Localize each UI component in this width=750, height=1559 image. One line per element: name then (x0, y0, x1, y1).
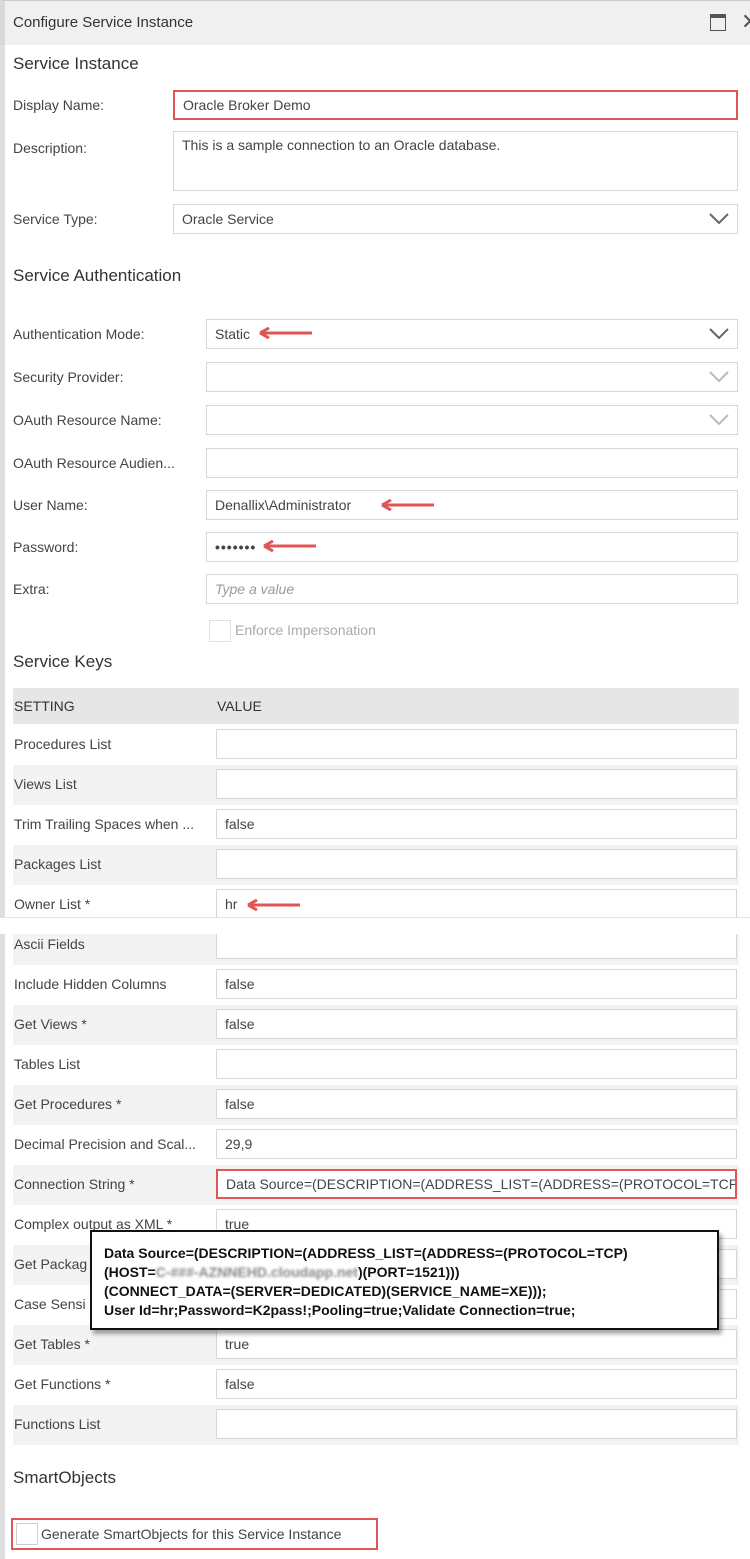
service-key-row: Packages List (13, 845, 739, 885)
window-titlebar: Configure Service Instance ✕ (0, 0, 750, 45)
oauth-resource-audience-label: OAuth Resource Audien... (13, 455, 175, 471)
service-key-value-field[interactable] (216, 849, 737, 879)
password-label: Password: (13, 539, 79, 555)
oauth-resource-name-select[interactable] (206, 405, 738, 435)
maximize-icon[interactable] (710, 14, 726, 31)
service-key-setting: Get Functions * (14, 1376, 111, 1392)
display-name-label: Display Name: (13, 97, 105, 113)
service-key-setting: Owner List * (14, 896, 91, 912)
arrow-annotation-icon (259, 327, 312, 339)
service-key-setting: Get Tables * (14, 1336, 91, 1352)
arrow-annotation-icon (247, 899, 300, 911)
callout-host-prefix: (HOST= (104, 1264, 156, 1280)
section-service-keys: Service Keys (13, 652, 113, 671)
service-key-row: Get Procedures * false (13, 1085, 739, 1125)
generate-smartobjects-label[interactable]: Generate SmartObjects for this Service I… (41, 1526, 341, 1542)
service-type-label: Service Type: (13, 211, 98, 227)
authentication-mode-label: Authentication Mode: (13, 326, 145, 342)
service-key-setting: Trim Trailing Spaces when ... (14, 816, 194, 832)
service-key-row: Get Functions * false (13, 1365, 739, 1405)
service-key-value-field[interactable]: false (216, 809, 737, 839)
service-key-row: Include Hidden Columns false (13, 965, 739, 1005)
service-key-value-field[interactable] (216, 1409, 737, 1439)
section-service-authentication: Service Authentication (13, 266, 182, 285)
service-key-value-field[interactable]: false (216, 1009, 737, 1039)
service-key-setting: Procedures List (14, 736, 112, 752)
service-key-row: Get Views * false (13, 1005, 739, 1045)
service-key-row: Decimal Precision and Scal... 29,9 (13, 1125, 739, 1165)
service-key-value-field[interactable]: false (216, 1089, 737, 1119)
callout-line-3: (CONNECT_DATA=(SERVER=DEDICATED)(SERVICE… (104, 1283, 547, 1299)
oauth-resource-audience-field[interactable] (206, 448, 738, 478)
extra-field[interactable]: Type a value (206, 574, 738, 604)
service-key-row: Trim Trailing Spaces when ... false (13, 805, 739, 845)
left-edge (0, 45, 5, 1559)
service-keys-grid-header: SETTING VALUE (13, 688, 739, 724)
enforce-impersonation-checkbox[interactable] (209, 620, 231, 642)
window-title: Configure Service Instance (13, 14, 194, 31)
service-type-select[interactable]: Oracle Service (173, 204, 738, 234)
chevron-down-icon[interactable] (709, 413, 729, 427)
description-field[interactable]: This is a sample connection to an Oracle… (173, 131, 738, 191)
description-label: Description: (13, 140, 87, 156)
chevron-down-icon[interactable] (709, 212, 729, 226)
column-header-setting: SETTING (14, 698, 75, 714)
chevron-down-icon[interactable] (709, 370, 729, 384)
generate-smartobjects-checkbox[interactable] (16, 1523, 38, 1545)
service-key-value-field[interactable]: false (216, 1369, 737, 1399)
service-key-setting: Ascii Fields (14, 936, 85, 952)
oauth-resource-name-label: OAuth Resource Name: (13, 412, 162, 428)
extra-placeholder: Type a value (215, 581, 295, 597)
callout-port: )(PORT=1521))) (357, 1264, 460, 1280)
service-key-setting: Include Hidden Columns (14, 976, 167, 992)
service-key-row: Views List (13, 765, 739, 805)
service-key-value-field[interactable] (216, 1049, 737, 1079)
callout-line-4: User Id=hr;Password=K2pass!;Pooling=true… (104, 1302, 576, 1318)
section-service-instance: Service Instance (13, 54, 139, 73)
display-name-field[interactable]: Oracle Broker Demo (173, 90, 738, 120)
enforce-impersonation-label: Enforce Impersonation (235, 622, 376, 638)
section-smartobjects: SmartObjects (13, 1468, 116, 1487)
service-key-value-field[interactable]: true (216, 1329, 737, 1359)
close-icon[interactable]: ✕ (741, 9, 750, 35)
service-key-value-field[interactable]: false (216, 969, 737, 999)
chevron-down-icon[interactable] (709, 327, 729, 341)
user-name-label: User Name: (13, 497, 88, 513)
service-key-value-field[interactable]: Data Source=(DESCRIPTION=(ADDRESS_LIST=(… (216, 1169, 737, 1199)
user-name-field[interactable]: Denallix\Administrator (206, 490, 738, 520)
service-key-value-field[interactable] (216, 729, 737, 759)
service-key-row: Functions List (13, 1405, 739, 1445)
callout-line-1: Data Source=(DESCRIPTION=(ADDRESS_LIST=(… (104, 1245, 628, 1261)
callout-line-2: (HOST=C-###-AZNNEHD.cloudapp.net)(PORT=1… (104, 1263, 705, 1282)
service-key-value-field[interactable] (216, 769, 737, 799)
service-key-row: Tables List (13, 1045, 739, 1085)
authentication-mode-value: Static (215, 326, 251, 342)
service-key-setting: Views List (14, 776, 77, 792)
service-key-value-field[interactable]: 29,9 (216, 1129, 737, 1159)
security-provider-label: Security Provider: (13, 369, 124, 385)
callout-host-blurred: C-###-AZNNEHD.cloudapp.net (155, 1264, 358, 1280)
service-key-setting: Get Procedures * (14, 1096, 122, 1112)
security-provider-select[interactable] (206, 362, 738, 392)
service-key-setting: Tables List (14, 1056, 81, 1072)
service-key-row: Procedures List (13, 725, 739, 765)
service-key-setting: Connection String * (14, 1176, 135, 1192)
service-key-setting: Packages List (14, 856, 102, 872)
connection-string-callout: Data Source=(DESCRIPTION=(ADDRESS_LIST=(… (90, 1230, 719, 1330)
service-key-row: Get Tables * true (13, 1325, 739, 1365)
service-type-value: Oracle Service (182, 211, 274, 227)
service-key-setting: Get Views * (14, 1016, 87, 1032)
screenshot-separator (0, 917, 750, 934)
service-key-setting: Functions List (14, 1416, 101, 1432)
extra-label: Extra: (13, 581, 50, 597)
service-key-row: Connection String * Data Source=(DESCRIPT… (13, 1165, 739, 1205)
arrow-annotation-icon (381, 499, 434, 511)
column-header-value: VALUE (217, 698, 262, 714)
service-key-setting: Decimal Precision and Scal... (14, 1136, 197, 1152)
arrow-annotation-icon (263, 540, 316, 552)
